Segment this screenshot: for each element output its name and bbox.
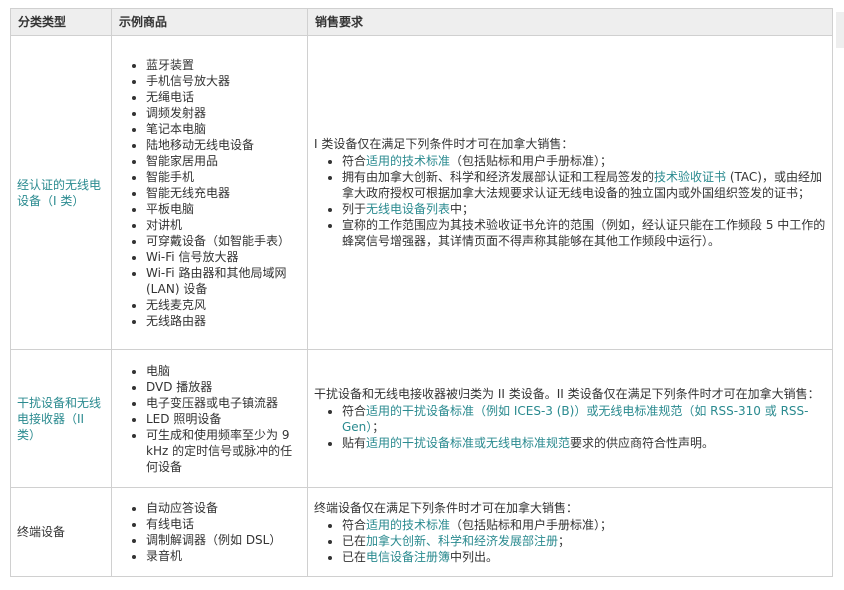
list-item: 拥有由加拿大创新、科学和经济发展部认证和工程局签发的技术验收证书 (TAC)，或…: [342, 169, 826, 201]
list-item: 平板电脑: [146, 201, 301, 217]
header-category: 分类类型: [10, 8, 112, 36]
requirement-text-suffix: 要求的供应商符合性声明。: [570, 436, 715, 450]
list-item: 电子变压器或电子镇流器: [146, 395, 301, 411]
requirements-table-container: 分类类型 示例商品 销售要求 经认证的无线电设备（I 类） 蓝牙装置手机信号放大器…: [10, 8, 833, 577]
requirements-intro: 干扰设备和无线电接收器被归类为 II 类设备。II 类设备仅在满足下列条件时才可…: [314, 387, 820, 401]
requirements-table: 分类类型 示例商品 销售要求 经认证的无线电设备（I 类） 蓝牙装置手机信号放大器…: [10, 8, 833, 577]
list-item: 符合适用的技术标准（包括贴标和用户手册标准）；: [342, 517, 826, 533]
requirements-list: 符合适用的干扰设备标准（例如 ICES-3 (B)）或无线电标准规范（如 RSS…: [314, 403, 826, 451]
requirement-text: 已在: [342, 533, 367, 548]
requirement-text: 已在: [342, 549, 367, 564]
list-item: DVD 播放器: [146, 379, 301, 395]
requirement-text-suffix: （包括贴标和用户手册标准）；: [450, 517, 613, 532]
requirement-text: 符合: [342, 404, 367, 418]
list-item: 符合适用的技术标准（包括贴标和用户手册标准）；: [342, 153, 826, 169]
requirement-link[interactable]: 适用的干扰设备标准或无线电标准规范: [366, 436, 570, 450]
requirement-text: 拥有由加拿大创新、科学和经济发展部认证和工程局签发的: [342, 170, 655, 184]
category-cell: 终端设备: [10, 487, 112, 577]
requirement-link[interactable]: 适用的技术标准: [366, 154, 450, 168]
list-item: 无绳电话: [146, 89, 301, 105]
requirement-text: 符合: [342, 517, 367, 532]
requirement-link[interactable]: 技术验收证书: [654, 170, 726, 184]
list-item: 陆地移动无线电设备: [146, 137, 301, 153]
list-item: Wi-Fi 信号放大器: [146, 249, 301, 265]
requirement-link[interactable]: 适用的技术标准: [366, 518, 450, 532]
list-item: 调频发射器: [146, 105, 301, 121]
requirement-text-suffix: （包括贴标和用户手册标准）；: [450, 154, 613, 168]
requirement-text-suffix: 中列出。: [450, 549, 499, 564]
header-requirements: 销售要求: [307, 8, 833, 36]
requirement-text: 列于: [342, 202, 367, 216]
requirements-cell: I 类设备仅在满足下列条件时才可在加拿大销售： 符合适用的技术标准（包括贴标和用户…: [307, 35, 833, 350]
table-row: 终端设备自动应答设备有线电话调制解调器（例如 DSL）录音机终端设备仅在满足下列…: [10, 487, 833, 577]
products-cell: 电脑DVD 播放器电子变压器或电子镇流器LED 照明设备可生成和使用频率至少为 …: [111, 349, 308, 488]
product-list: 自动应答设备有线电话调制解调器（例如 DSL）录音机: [118, 500, 301, 564]
list-item: Wi-Fi 路由器和其他局域网 (LAN) 设备: [146, 265, 301, 297]
list-item: 电脑: [146, 363, 301, 379]
table-row: 干扰设备和无线电接收器（II 类） 电脑DVD 播放器电子变压器或电子镇流器LED…: [10, 349, 833, 488]
product-list: 蓝牙装置手机信号放大器无绳电话调频发射器笔记本电脑陆地移动无线电设备智能家居用品…: [118, 57, 301, 329]
requirement-text: 宣称的工作范围应为其技术验收证书允许的范围（例如，经认证只能在工作频段 5 中工…: [342, 218, 826, 248]
requirements-list: 符合适用的技术标准（包括贴标和用户手册标准）；已在加拿大创新、科学和经济发展部注…: [314, 517, 826, 565]
requirement-text: 贴有: [342, 436, 367, 450]
list-item: 录音机: [146, 548, 301, 564]
list-item: 对讲机: [146, 217, 301, 233]
list-item: 调制解调器（例如 DSL）: [146, 532, 301, 548]
list-item: 已在加拿大创新、科学和经济发展部注册；: [342, 533, 826, 549]
category-label: 干扰设备和无线电接收器（II 类）: [17, 395, 102, 442]
requirement-link[interactable]: 无线电设备列表: [366, 202, 450, 216]
requirement-link[interactable]: 适用的干扰设备标准（例如 ICES-3 (B)）或无线电标准规范（如 RSS-3…: [342, 404, 808, 434]
requirement-link[interactable]: 加拿大创新、科学和经济发展部注册: [366, 534, 558, 548]
list-item: LED 照明设备: [146, 411, 301, 427]
list-item: 无线麦克风: [146, 297, 301, 313]
category-cell: 经认证的无线电设备（I 类）: [10, 35, 112, 350]
table-row: 经认证的无线电设备（I 类） 蓝牙装置手机信号放大器无绳电话调频发射器笔记本电脑陆…: [10, 35, 833, 350]
table-header-row: 分类类型 示例商品 销售要求: [10, 8, 833, 36]
requirement-text: 符合: [342, 154, 367, 168]
list-item: 已在电信设备注册簿中列出。: [342, 549, 826, 565]
list-item: 手机信号放大器: [146, 73, 301, 89]
requirements-intro: I 类设备仅在满足下列条件时才可在加拿大销售：: [314, 137, 574, 151]
requirements-cell: 终端设备仅在满足下列条件时才可在加拿大销售： 符合适用的技术标准（包括贴标和用户手…: [307, 487, 833, 577]
list-item: 可生成和使用频率至少为 9 kHz 的定时信号或脉冲的任何设备: [146, 427, 301, 475]
list-item: 贴有适用的干扰设备标准或无线电标准规范要求的供应商符合性声明。: [342, 435, 826, 451]
list-item: 笔记本电脑: [146, 121, 301, 137]
list-item: 智能无线充电器: [146, 185, 301, 201]
list-item: 自动应答设备: [146, 500, 301, 516]
requirements-intro: 终端设备仅在满足下列条件时才可在加拿大销售：: [314, 500, 579, 515]
products-cell: 蓝牙装置手机信号放大器无绳电话调频发射器笔记本电脑陆地移动无线电设备智能家居用品…: [111, 35, 308, 350]
requirement-text-suffix: 中；: [450, 202, 475, 216]
scrollbar-thumb[interactable]: [836, 12, 844, 48]
list-item: 智能家居用品: [146, 153, 301, 169]
list-item: 蓝牙装置: [146, 57, 301, 73]
requirements-cell: 干扰设备和无线电接收器被归类为 II 类设备。II 类设备仅在满足下列条件时才可…: [307, 349, 833, 488]
products-cell: 自动应答设备有线电话调制解调器（例如 DSL）录音机: [111, 487, 308, 577]
requirements-list: 符合适用的技术标准（包括贴标和用户手册标准）；拥有由加拿大创新、科学和经济发展部…: [314, 153, 826, 249]
header-products: 示例商品: [111, 8, 308, 36]
list-item: 有线电话: [146, 516, 301, 532]
list-item: 可穿戴设备（如智能手表）: [146, 233, 301, 249]
list-item: 智能手机: [146, 169, 301, 185]
list-item: 宣称的工作范围应为其技术验收证书允许的范围（例如，经认证只能在工作频段 5 中工…: [342, 217, 826, 249]
list-item: 符合适用的干扰设备标准（例如 ICES-3 (B)）或无线电标准规范（如 RSS…: [342, 403, 826, 435]
category-label: 终端设备: [17, 525, 66, 539]
list-item: 无线路由器: [146, 313, 301, 329]
requirement-text-suffix: ；: [372, 420, 385, 434]
list-item: 列于无线电设备列表中；: [342, 201, 826, 217]
category-label: 经认证的无线电设备（I 类）: [17, 177, 102, 208]
product-list: 电脑DVD 播放器电子变压器或电子镇流器LED 照明设备可生成和使用频率至少为 …: [118, 363, 301, 475]
requirement-text-suffix: ；: [558, 533, 571, 548]
requirement-link[interactable]: 电信设备注册簿: [366, 550, 450, 564]
category-cell: 干扰设备和无线电接收器（II 类）: [10, 349, 112, 488]
